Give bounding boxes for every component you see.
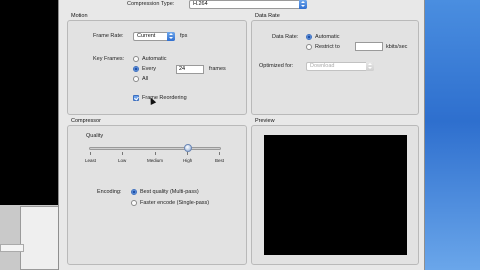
- quality-tick-label: Medium: [147, 158, 164, 163]
- encoding-multipass-label: Best quality (Multi-pass): [140, 189, 199, 195]
- quality-tick-label: High: [183, 158, 193, 163]
- key-frames-every-field[interactable]: 24: [176, 65, 204, 74]
- frame-reordering-checkbox[interactable]: [133, 95, 139, 101]
- quality-tick: [122, 152, 123, 155]
- quality-tick-label: Least: [85, 158, 97, 163]
- quality-tick-label: Low: [118, 158, 127, 163]
- quality-label: Quality: [86, 133, 104, 139]
- compression-type-label: Compression Type:: [127, 1, 175, 7]
- optimized-for-label: Optimized for:: [259, 63, 294, 69]
- optimized-for-value: Download: [310, 63, 335, 69]
- compression-type-popup[interactable]: H.264: [189, 0, 307, 9]
- frame-rate-value: Current: [137, 33, 156, 39]
- frame-rate-popup[interactable]: Current: [133, 32, 175, 41]
- quality-slider-thumb[interactable]: [184, 144, 192, 152]
- motion-group-title: Motion: [71, 13, 88, 19]
- background-window: [20, 206, 60, 270]
- quality-tick: [219, 152, 220, 155]
- key-frames-every-unit: frames: [209, 66, 226, 72]
- encoding-singlepass-label: Faster encode (Single-pass): [140, 200, 210, 206]
- data-rate-label: Data Rate:: [272, 34, 299, 40]
- compression-type-value: H.264: [193, 1, 208, 7]
- quality-tick: [155, 152, 156, 155]
- key-frames-label: Key Frames:: [93, 56, 125, 62]
- key-frames-automatic-radio[interactable]: [133, 56, 139, 62]
- key-frames-every-label: Every: [142, 66, 157, 72]
- quality-slider-track[interactable]: [89, 147, 221, 150]
- encoding-singlepass-radio[interactable]: [131, 200, 137, 206]
- key-frames-all-radio[interactable]: [133, 76, 139, 82]
- optimized-for-popup[interactable]: Download: [306, 62, 374, 71]
- data-rate-group-title: Data Rate: [255, 13, 280, 19]
- encoding-label: Encoding:: [97, 189, 122, 195]
- popup-arrows-icon: [366, 62, 374, 71]
- frame-rate-label: Frame Rate:: [93, 33, 124, 39]
- data-rate-restrict-radio[interactable]: [306, 44, 312, 50]
- quality-tick: [90, 152, 91, 155]
- desktop-background: [420, 0, 480, 270]
- quality-tick-label: Best: [215, 158, 225, 163]
- encoding-multipass-radio[interactable]: [131, 189, 137, 195]
- key-frames-every-radio[interactable]: [133, 66, 139, 72]
- frame-rate-unit: fps: [180, 33, 188, 39]
- data-rate-automatic-radio[interactable]: [306, 34, 312, 40]
- data-rate-automatic-label: Automatic: [315, 34, 340, 40]
- quality-tick: [187, 152, 188, 155]
- data-rate-unit: kbits/sec: [386, 44, 408, 50]
- key-frames-all-label: All: [142, 76, 149, 82]
- preview-video: [264, 135, 407, 255]
- data-rate-restrict-field[interactable]: [355, 42, 383, 51]
- data-rate-restrict-label: Restrict to: [315, 44, 340, 50]
- compression-settings-dialog: Compression Type: H.264 Motion Frame Rat…: [58, 0, 425, 270]
- popup-arrows-icon: [299, 0, 307, 9]
- key-frames-automatic-label: Automatic: [142, 56, 167, 62]
- popup-arrows-icon: [167, 32, 175, 41]
- background-window-bar: [0, 244, 24, 252]
- compressor-group-title: Compressor: [71, 118, 101, 124]
- preview-group-title: Preview: [255, 118, 275, 124]
